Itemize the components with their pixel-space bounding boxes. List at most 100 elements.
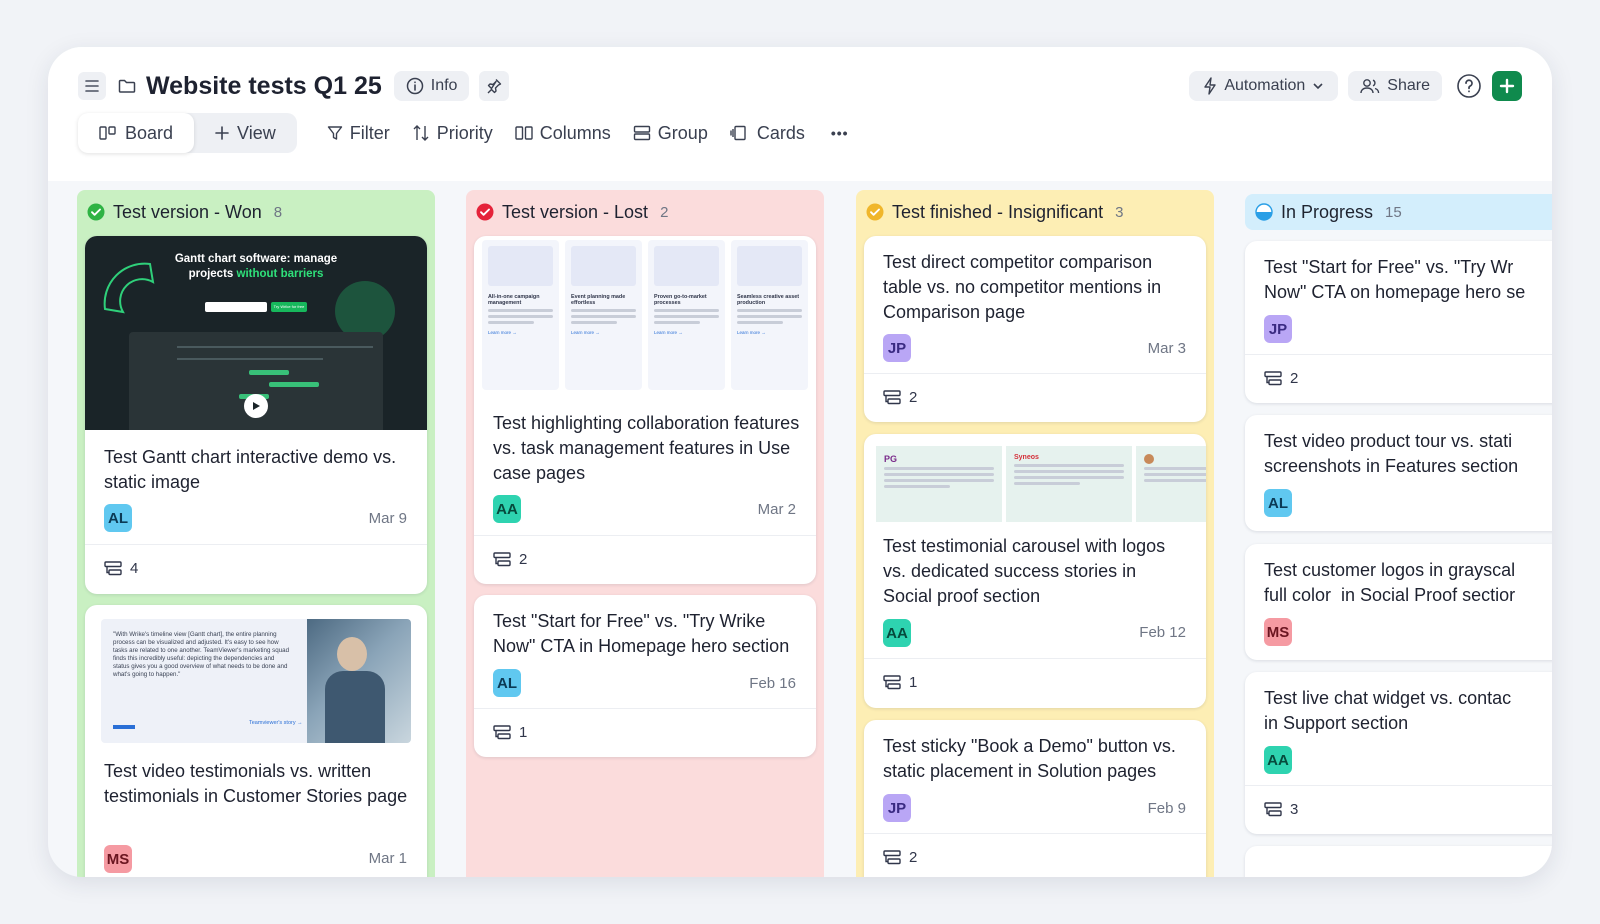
view-switcher: Board View xyxy=(78,113,297,153)
menu-button[interactable] xyxy=(78,72,106,100)
subtasks-icon xyxy=(883,390,901,405)
cover-headline-b: projects xyxy=(188,268,234,280)
subtask-count[interactable]: 2 xyxy=(1264,370,1298,387)
priority-button[interactable]: Priority xyxy=(412,123,493,144)
help-icon[interactable] xyxy=(1456,73,1482,99)
columns-button[interactable]: Columns xyxy=(515,123,611,144)
add-button[interactable] xyxy=(1492,71,1522,101)
subtask-number: 4 xyxy=(130,560,139,577)
card-title[interactable]: Test highlighting collaboration features… xyxy=(493,411,800,486)
card-title[interactable]: Test live chat widget vs. contac in Suppo… xyxy=(1264,686,1552,736)
avatar[interactable]: JP xyxy=(1264,315,1292,343)
divider xyxy=(864,373,1206,374)
task-card[interactable]: Test customer logos in grayscal full colo… xyxy=(1245,544,1552,660)
card-title[interactable]: Test video testimonials vs. written test… xyxy=(104,759,411,809)
avatar[interactable]: AL xyxy=(1264,489,1292,517)
share-label: Share xyxy=(1387,77,1430,94)
due-date: Feb 9 xyxy=(1147,800,1186,817)
tile-title: Seamless creative asset production xyxy=(737,294,800,306)
card-title[interactable]: Test customer logos in grayscal full colo… xyxy=(1264,558,1552,608)
automation-label: Automation xyxy=(1224,77,1306,94)
avatar[interactable]: AA xyxy=(493,495,521,523)
card-title[interactable]: Test testimonial carousel with logos vs.… xyxy=(883,534,1190,609)
column-in-progress-header: In Progress 15 xyxy=(1245,194,1552,230)
app-window: Website tests Q1 25 Info Automation Shar… xyxy=(48,47,1552,877)
task-card[interactable]: PG Syneos Test testimonial carousel with… xyxy=(864,434,1206,708)
column-title: Test version - Lost xyxy=(502,201,649,222)
subtask-count[interactable]: 1 xyxy=(493,724,527,741)
task-card[interactable]: Test video product tour vs. stati screens… xyxy=(1245,415,1552,531)
subtask-count[interactable]: 3 xyxy=(1264,801,1298,818)
avatar[interactable]: AL xyxy=(493,669,521,697)
subtask-number: 2 xyxy=(1290,370,1299,387)
filter-button[interactable]: Filter xyxy=(327,123,390,144)
more-button[interactable]: ••• xyxy=(831,125,849,141)
card-title[interactable]: Test "Start for Free" vs. "Try Wrike Now… xyxy=(493,609,800,659)
card-title[interactable]: Test Gantt chart interactive demo vs. st… xyxy=(104,445,411,495)
divider xyxy=(474,708,816,709)
task-card[interactable]: Test "Start for Free" vs. "Try Wr Now" CT… xyxy=(1245,241,1552,403)
board-view-tab[interactable]: Board xyxy=(78,113,195,153)
task-card[interactable]: Test live chat widget vs. contac in Suppo… xyxy=(1245,672,1552,834)
avatar[interactable]: MS xyxy=(104,845,132,873)
task-card[interactable]: Gantt chart software: manage projects wi… xyxy=(85,236,427,594)
column-in-progress: Test "Start for Free" vs. "Try Wr Now" CT… xyxy=(1245,235,1552,877)
columns-icon xyxy=(515,126,533,140)
task-card[interactable]: "With Wrike's timeline view [Gantt chart… xyxy=(85,605,427,877)
group-button[interactable]: Group xyxy=(633,123,708,144)
logo-text: PG xyxy=(884,454,898,464)
columns-label: Columns xyxy=(539,122,611,143)
board-label: Board xyxy=(125,122,174,143)
subtask-count[interactable]: 4 xyxy=(104,560,138,577)
subtask-count[interactable]: 1 xyxy=(883,674,917,691)
view-label: View xyxy=(237,122,276,143)
cover-quote: "With Wrike's timeline view [Gantt chart… xyxy=(113,631,290,678)
card-title[interactable]: Test "Start for Free" vs. "Try Wr Now" CT… xyxy=(1264,255,1552,305)
tile-title: All-in-one campaign management xyxy=(488,294,540,306)
info-button[interactable]: Info xyxy=(393,71,470,101)
avatar[interactable]: AA xyxy=(883,619,911,647)
subtasks-icon xyxy=(493,725,511,740)
avatar[interactable]: MS xyxy=(1264,618,1292,646)
avatar[interactable]: JP xyxy=(883,794,911,822)
task-card[interactable]: Test sticky "Book a Demo" button vs. sta… xyxy=(864,720,1206,877)
avatar[interactable]: AL xyxy=(104,504,132,532)
avatar[interactable]: JP xyxy=(883,334,911,362)
subtasks-icon xyxy=(883,850,901,865)
column-insignificant: Test finished - Insignificant 3 Test dir… xyxy=(856,190,1214,877)
check-circle-icon xyxy=(87,203,105,221)
task-card[interactable] xyxy=(1245,846,1552,877)
info-icon xyxy=(406,77,424,95)
add-view-button[interactable]: View xyxy=(194,113,297,153)
due-date: Feb 16 xyxy=(749,675,796,692)
subtask-count[interactable]: 2 xyxy=(493,551,527,568)
cards-button[interactable]: Cards xyxy=(730,123,805,144)
subtasks-icon xyxy=(883,675,901,690)
x-circle-icon xyxy=(476,203,494,221)
share-button[interactable]: Share xyxy=(1348,71,1442,101)
view-toolbar: Board View Filter Priority Columns Group… xyxy=(78,113,849,153)
cover-app-preview xyxy=(129,332,383,430)
cards-icon xyxy=(730,125,746,141)
task-card[interactable]: Test "Start for Free" vs. "Try Wrike Now… xyxy=(474,595,816,757)
card-title[interactable]: Test sticky "Book a Demo" button vs. sta… xyxy=(883,734,1190,784)
card-title[interactable]: Test direct competitor comparison table … xyxy=(883,250,1190,325)
hamburger-icon xyxy=(85,80,99,92)
subtask-count[interactable]: 2 xyxy=(883,389,917,406)
subtask-count[interactable]: 2 xyxy=(883,849,917,866)
group-label: Group xyxy=(657,122,708,143)
task-card[interactable]: All-in-one campaign management Learn more… xyxy=(474,236,816,584)
task-card[interactable]: Test direct competitor comparison table … xyxy=(864,236,1206,422)
column-title: Test finished - Insignificant xyxy=(892,201,1104,222)
avatar[interactable]: AA xyxy=(1264,746,1292,774)
subtask-number: 2 xyxy=(519,551,528,568)
card-cover-image: Gantt chart software: manage projects wi… xyxy=(85,236,427,430)
check-circle-icon xyxy=(866,203,884,221)
play-icon[interactable] xyxy=(244,394,268,418)
plus-icon xyxy=(1499,78,1515,94)
pin-button[interactable] xyxy=(479,71,510,101)
subtasks-icon xyxy=(104,561,122,576)
automation-button[interactable]: Automation xyxy=(1189,71,1339,101)
subtasks-icon xyxy=(493,552,511,567)
card-title[interactable]: Test video product tour vs. stati screens… xyxy=(1264,429,1552,479)
